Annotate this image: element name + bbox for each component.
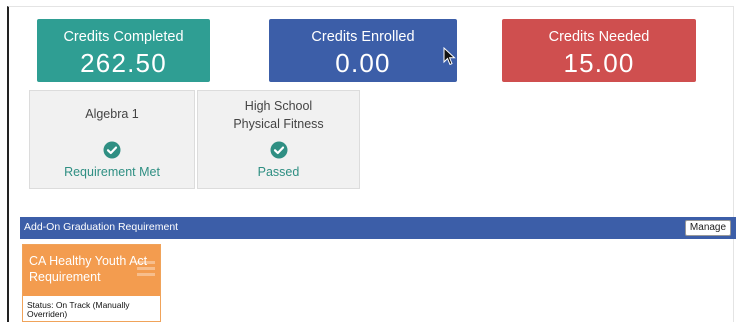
addon-requirement-header: Add-On Graduation Requirement Manage bbox=[20, 217, 736, 239]
credits-completed-label: Credits Completed bbox=[63, 29, 184, 45]
credits-needed-label: Credits Needed bbox=[548, 29, 650, 45]
credits-completed-tile[interactable]: Credits Completed 262.50 bbox=[37, 19, 210, 82]
requirement-name-line-2: Physical Fitness bbox=[233, 117, 324, 131]
requirement-name-line-1: High School bbox=[244, 99, 313, 113]
addon-card-status: Status: On Track (Manually Overriden) bbox=[27, 300, 130, 319]
credits-enrolled-value: 0.00 bbox=[335, 48, 391, 78]
check-circle-icon bbox=[103, 141, 121, 159]
addon-requirement-card[interactable]: CA Healthy Youth Act Requirement Status:… bbox=[22, 244, 161, 322]
credits-enrolled-tile[interactable]: Credits Enrolled 0.00 bbox=[269, 19, 457, 82]
requirement-status: Passed bbox=[257, 165, 300, 179]
credits-completed-value: 262.50 bbox=[80, 48, 167, 78]
check-circle-icon bbox=[270, 141, 287, 159]
requirement-name: High School Physical Fitness bbox=[198, 97, 359, 133]
requirement-card-physical-fitness[interactable]: High School Physical Fitness Passed bbox=[197, 90, 360, 189]
graduation-progress-panel: Credits Completed 262.50 Credits Enrolle… bbox=[7, 6, 736, 322]
credits-needed-value: 15.00 bbox=[563, 48, 635, 78]
credits-enrolled-label: Credits Enrolled bbox=[311, 29, 415, 45]
requirement-card-algebra-1[interactable]: Algebra 1 Requirement Met bbox=[29, 90, 195, 189]
addon-card-header: CA Healthy Youth Act Requirement bbox=[23, 245, 160, 296]
addon-card-title: CA Healthy Youth Act Requirement bbox=[29, 254, 148, 284]
mouse-cursor-icon bbox=[443, 47, 456, 66]
requirement-name: Algebra 1 bbox=[85, 107, 139, 121]
manage-button[interactable]: Manage bbox=[685, 220, 731, 236]
credits-needed-tile[interactable]: Credits Needed 15.00 bbox=[502, 19, 696, 82]
addon-section-title: Add-On Graduation Requirement bbox=[24, 221, 179, 233]
requirement-status: Requirement Met bbox=[64, 165, 160, 179]
